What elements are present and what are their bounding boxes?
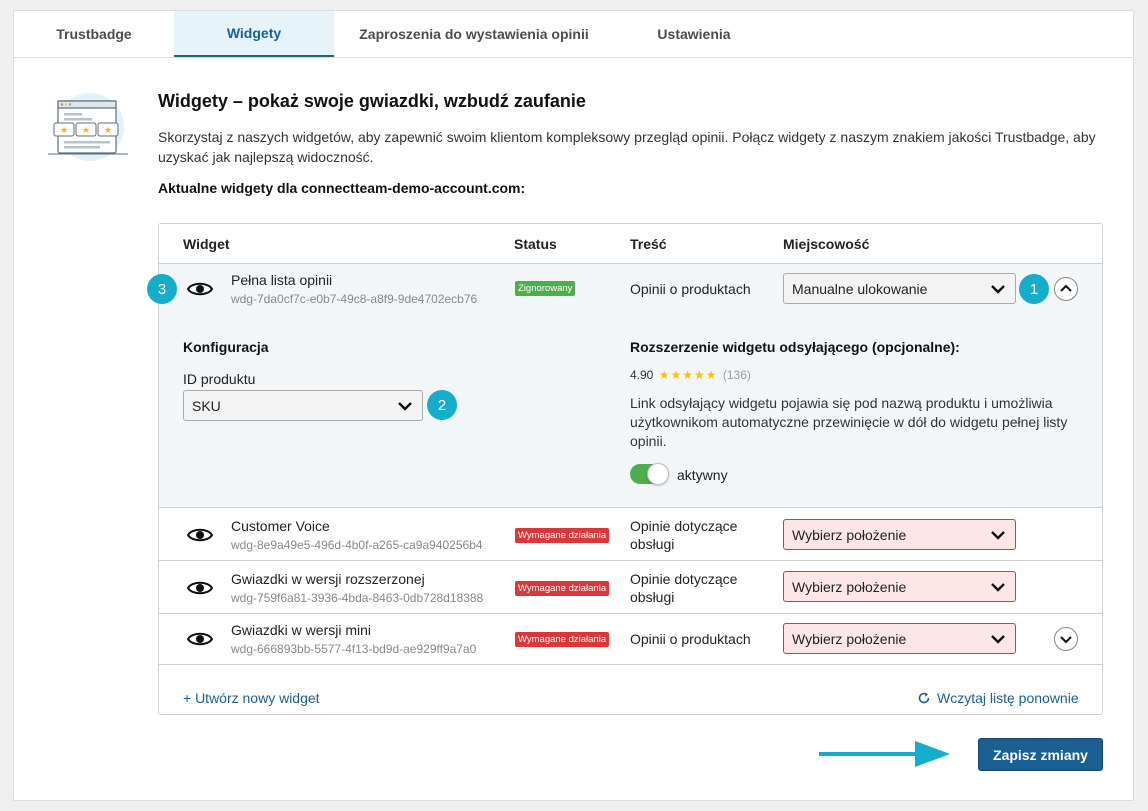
widgets-card: Trustbadge Widgety Zaproszenia do wystaw… xyxy=(13,10,1134,801)
column-content: Treść xyxy=(630,236,667,252)
widgets-table: Widget Status Treść Miejscowość 3 Pełna … xyxy=(147,223,1103,715)
reload-list-link[interactable]: Wczytaj listę ponownie xyxy=(917,690,1079,706)
product-id-select[interactable]: SKU xyxy=(183,390,423,421)
status-badge: Wymagane działania xyxy=(515,581,610,596)
chevron-down-icon xyxy=(991,583,1005,592)
column-widget: Widget xyxy=(183,236,230,252)
product-id-label: ID produktu xyxy=(183,371,256,387)
location-select-value: Wybierz położenie xyxy=(792,526,907,543)
eye-icon[interactable] xyxy=(187,280,213,298)
chevron-up-icon xyxy=(1060,284,1072,292)
svg-text:★: ★ xyxy=(82,125,90,135)
extension-title: Rozszerzenie widgetu odsyłającego (opcjo… xyxy=(630,339,960,355)
table-row: Gwiazdki w wersji rozszerzonej wdg-759f6… xyxy=(159,561,1102,614)
tab-bar: Trustbadge Widgety Zaproszenia do wystaw… xyxy=(14,11,1133,58)
current-widgets-label: Aktualne widgety dla connectteam-demo-ac… xyxy=(158,180,526,196)
refresh-icon xyxy=(918,692,930,704)
location-select-value: Manualne ulokowanie xyxy=(792,280,928,297)
widget-name: Gwiazdki w wersji mini xyxy=(231,622,372,638)
rating-preview: 4.90 ★★★★★ (136) xyxy=(630,368,751,382)
tab-settings[interactable]: Ustawienia xyxy=(614,11,774,57)
svg-text:★: ★ xyxy=(60,125,68,135)
toggle-knob xyxy=(647,463,669,485)
extension-toggle[interactable] xyxy=(630,463,669,485)
widget-name: Customer Voice xyxy=(231,518,330,534)
eye-icon[interactable] xyxy=(187,526,213,544)
widget-content: Opinii o produktach xyxy=(630,631,751,647)
reload-list-label: Wczytaj listę ponownie xyxy=(937,690,1079,706)
table-header: Widget Status Treść Miejscowość xyxy=(159,224,1102,264)
tab-trustbadge[interactable]: Trustbadge xyxy=(14,11,174,57)
location-select-value: Wybierz położenie xyxy=(792,578,907,595)
chevron-down-icon xyxy=(1060,636,1072,644)
rating-value: 4.90 xyxy=(630,368,654,382)
chevron-down-icon xyxy=(991,635,1005,644)
collapse-button[interactable] xyxy=(1054,277,1078,301)
widget-id: wdg-759f6a81-3936-4bda-8463-0db728d18388 xyxy=(231,591,484,605)
save-button[interactable]: Zapisz zmiany xyxy=(978,738,1103,771)
page-intro: Skorzystaj z naszych widgetów, aby zapew… xyxy=(158,129,1096,165)
config-title: Konfiguracja xyxy=(183,339,269,355)
location-select[interactable]: Wybierz położenie xyxy=(783,623,1016,654)
status-badge: Wymagane działania xyxy=(515,528,610,543)
pointer-arrow-icon xyxy=(819,741,950,767)
chevron-down-icon xyxy=(991,531,1005,540)
marker-1: 1 xyxy=(1019,274,1049,304)
rating-count: (136) xyxy=(722,368,751,382)
widget-content: Opinii o produktach xyxy=(630,281,751,297)
location-select-value: Wybierz położenie xyxy=(792,630,907,647)
eye-icon[interactable] xyxy=(187,630,213,648)
marker-3: 3 xyxy=(147,274,177,304)
widget-id: wdg-7da0cf7c-e0b7-49c8-a8f9-9de4702ecb76 xyxy=(231,292,478,306)
table-row: Customer Voice wdg-8e9a49e5-496d-4b0f-a2… xyxy=(159,508,1102,561)
widget-name: Pełna lista opinii xyxy=(231,272,333,288)
status-badge: Wymagane działania xyxy=(515,632,610,647)
column-location: Miejscowość xyxy=(783,236,870,252)
extension-description: Link odsyłający widgetu pojawia się pod … xyxy=(630,395,1068,449)
product-id-select-value: SKU xyxy=(192,397,221,414)
chevron-down-icon xyxy=(398,402,412,411)
toggle-label: aktywny xyxy=(677,467,728,483)
table-row-expanded: 3 Pełna lista opinii wdg-7da0cf7c-e0b7-4… xyxy=(147,264,1102,508)
rating-stars-icon: ★★★★★ xyxy=(658,368,718,382)
expand-button[interactable] xyxy=(1054,627,1078,651)
widget-id: wdg-8e9a49e5-496d-4b0f-a265-ca9a940256b4 xyxy=(231,538,483,552)
widget-content: Opinie dotyczące obsługi xyxy=(630,571,738,605)
widgets-illustration-icon: ★ ★ ★ xyxy=(48,93,128,161)
create-widget-link[interactable]: + Utwórz nowy widget xyxy=(183,690,320,706)
location-select[interactable]: Wybierz położenie xyxy=(783,519,1016,550)
status-badge: Zignorowany xyxy=(515,281,576,296)
eye-icon[interactable] xyxy=(187,579,213,597)
widget-content: Opinie dotyczące obsługi xyxy=(630,518,738,552)
location-select[interactable]: Wybierz położenie xyxy=(783,571,1016,602)
widget-name: Gwiazdki w wersji rozszerzonej xyxy=(231,571,425,587)
tab-invitations[interactable]: Zaproszenia do wystawienia opinii xyxy=(334,11,614,57)
widget-id: wdg-666893bb-5577-4f13-bd9d-ae929ff9a7a0 xyxy=(231,642,477,656)
column-status: Status xyxy=(514,236,557,252)
page-title: Widgety – pokaż swoje gwiazdki, wzbudź z… xyxy=(158,91,586,111)
location-select[interactable]: Manualne ulokowanie xyxy=(783,273,1016,304)
tab-widgety[interactable]: Widgety xyxy=(174,11,334,57)
marker-2: 2 xyxy=(427,390,457,420)
table-row: Gwiazdki w wersji mini wdg-666893bb-5577… xyxy=(159,614,1102,665)
chevron-down-icon xyxy=(991,285,1005,294)
svg-text:★: ★ xyxy=(104,125,112,135)
